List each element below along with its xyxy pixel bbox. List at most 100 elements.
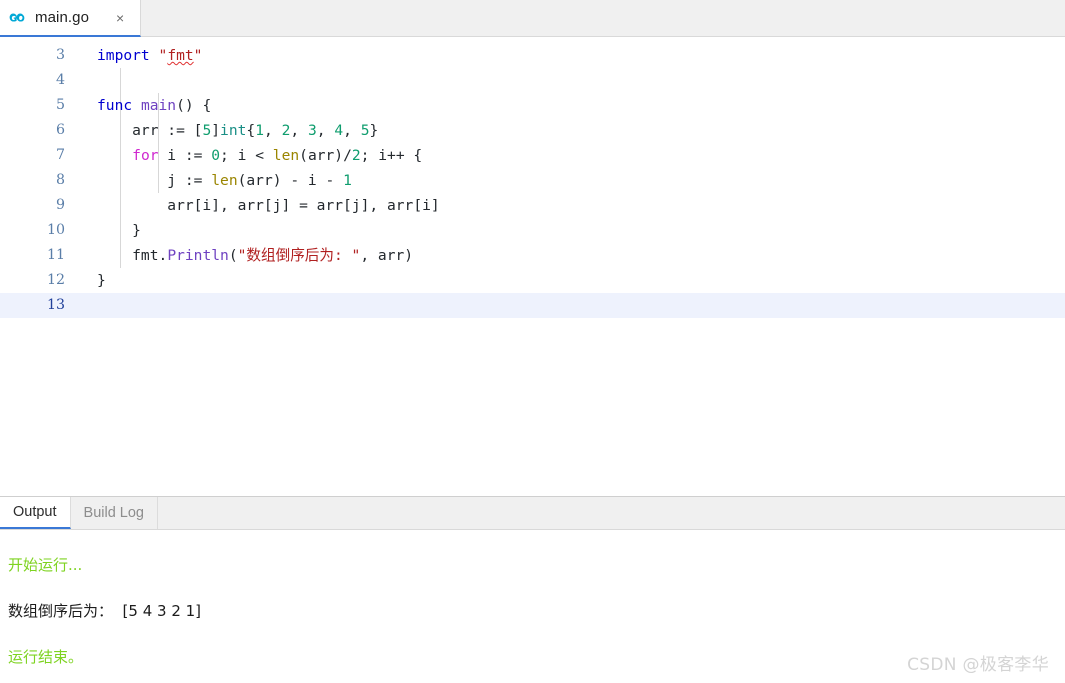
- code-token: .: [158, 247, 168, 264]
- output-console[interactable]: 开始运行... 数组倒序后为： [5 4 3 2 1] 运行结束。: [0, 531, 1065, 683]
- code-token: ,: [316, 122, 335, 139]
- code-line-text[interactable]: }: [97, 268, 1065, 293]
- gutter-spacer: [68, 143, 97, 168]
- code-token: 4: [334, 122, 344, 139]
- code-token: ": [193, 47, 203, 64]
- code-line[interactable]: 11 fmt. Println("数组倒序后为: ", arr): [0, 243, 1065, 268]
- gutter-spacer: [68, 168, 97, 193]
- code-token: j: [97, 172, 185, 189]
- gutter-spacer: [68, 218, 97, 243]
- code-token: :=: [167, 122, 185, 139]
- code-line-text[interactable]: arr[i], arr[j] = arr[j], arr[i]: [97, 193, 1065, 218]
- code-token: fmt: [167, 47, 194, 64]
- code-token: Println: [167, 247, 229, 264]
- code-line[interactable]: 5 func main() {: [0, 93, 1065, 118]
- code-token: len: [272, 147, 300, 164]
- code-token: (: [228, 247, 238, 264]
- editor-tab-main-go[interactable]: GO main.go ×: [0, 0, 142, 37]
- code-token: arr: [97, 122, 168, 139]
- code-token: int: [220, 122, 247, 139]
- code-token: 5: [360, 122, 370, 139]
- gutter-spacer: [68, 293, 97, 318]
- close-icon[interactable]: ×: [112, 10, 128, 26]
- code-line-text[interactable]: func main() {: [97, 93, 1065, 118]
- code-token: {: [246, 122, 256, 139]
- code-token: -: [325, 172, 335, 189]
- line-number: 12: [46, 272, 65, 288]
- code-line-text[interactable]: arr := [5] int{1, 2, 3, 4, 5}: [97, 118, 1065, 143]
- gutter-spacer: [68, 43, 97, 68]
- code-token: ,: [290, 122, 308, 139]
- code-token: len: [211, 172, 238, 189]
- code-token: ]: [211, 122, 221, 139]
- code-token: (arr)/: [299, 147, 352, 164]
- code-token: 1: [343, 172, 352, 189]
- output-panel-tab-bar: Output Build Log: [0, 497, 1065, 530]
- gutter-spacer: [68, 193, 97, 218]
- code-line[interactable]: 3 import " fmt ": [0, 43, 1065, 68]
- editor-tab-label: main.go: [35, 9, 90, 26]
- code-line[interactable]: 4: [0, 68, 1065, 93]
- gutter-spacer: [68, 118, 97, 143]
- code-token: -: [290, 172, 300, 189]
- line-number: 8: [55, 172, 65, 188]
- line-number: 6: [55, 122, 65, 138]
- line-number: 11: [46, 247, 65, 263]
- ide-window: GO main.go × 3 import " fmt " 4 5 func main() …: [0, 0, 1065, 683]
- code-line-text[interactable]: for i := 0; i < len (arr)/2; i++ {: [97, 143, 1065, 168]
- code-token: [: [184, 122, 203, 139]
- gutter-spacer: [68, 243, 97, 268]
- code-token: "数组倒序后为: ": [237, 247, 361, 264]
- code-line-text[interactable]: j := len (arr) - i - 1: [97, 168, 1065, 193]
- code-token: , arr): [360, 247, 414, 264]
- code-token: 5: [202, 122, 212, 139]
- code-line[interactable]: 12}: [0, 268, 1065, 293]
- code-token: }: [97, 222, 141, 239]
- code-line[interactable]: 9 arr[i], arr[j] = arr[j], arr[i]: [0, 193, 1065, 218]
- watermark: CSDN @极客李华: [907, 655, 1049, 675]
- code-token: }: [97, 272, 106, 289]
- code-token: fmt: [97, 247, 159, 264]
- code-token: () {: [176, 97, 212, 114]
- code-line[interactable]: 10 }: [0, 218, 1065, 243]
- gutter-spacer: [68, 268, 97, 293]
- code-token: i: [158, 147, 185, 164]
- code-token: =: [299, 197, 308, 214]
- code-token: 2: [281, 122, 291, 139]
- code-line[interactable]: 7 for i := 0; i < len (arr)/2; i++ {: [0, 143, 1065, 168]
- go-language-icon: GO: [9, 9, 26, 26]
- line-number: 3: [55, 47, 65, 63]
- code-line[interactable]: 6 arr := [5] int{1, 2, 3, 4, 5}: [0, 118, 1065, 143]
- code-token: i: [299, 172, 326, 189]
- output-line: 开始运行...: [8, 555, 83, 574]
- code-line[interactable]: 13: [0, 293, 1065, 318]
- code-line-text[interactable]: [97, 293, 1065, 318]
- code-token: 2: [351, 147, 361, 164]
- panel-tab-output[interactable]: Output: [0, 497, 71, 529]
- code-token: ; i: [220, 147, 256, 164]
- code-token: import: [97, 47, 150, 64]
- code-lines-container[interactable]: 3 import " fmt " 4 5 func main() {6 arr := [5]…: [0, 38, 1065, 318]
- code-token: 0: [211, 147, 221, 164]
- output-line: 运行结束。: [8, 647, 84, 666]
- gutter-spacer: [68, 68, 97, 93]
- code-line[interactable]: 8 j := len (arr) - i - 1: [0, 168, 1065, 193]
- code-editor[interactable]: 3 import " fmt " 4 5 func main() {6 arr := [5]…: [0, 38, 1065, 496]
- code-token: arr[i], arr[j]: [97, 197, 300, 214]
- code-line-text[interactable]: [97, 68, 1065, 93]
- code-line-text[interactable]: }: [97, 218, 1065, 243]
- line-number: 5: [55, 97, 65, 113]
- panel-tab-build-log[interactable]: Build Log: [70, 497, 158, 529]
- code-line-text[interactable]: fmt. Println("数组倒序后为: ", arr): [97, 243, 1065, 268]
- gutter-spacer: [68, 93, 97, 118]
- panel-tab-label: Output: [13, 504, 57, 520]
- output-line: 数组倒序后为： [5 4 3 2 1]: [8, 601, 202, 620]
- line-number: 10: [46, 222, 65, 238]
- code-line-text[interactable]: import " fmt ": [97, 43, 1065, 68]
- code-token: ; i++ {: [360, 147, 423, 164]
